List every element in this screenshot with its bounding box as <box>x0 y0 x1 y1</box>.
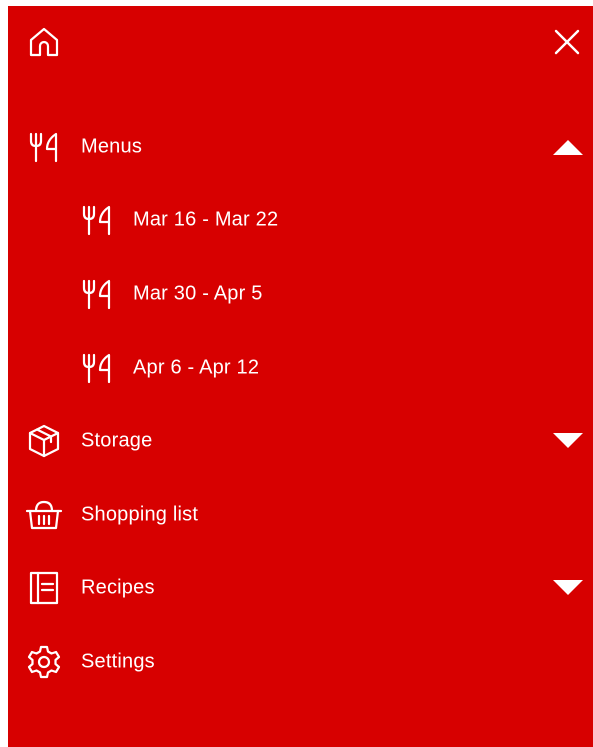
gear-icon <box>24 642 64 682</box>
nav-item-label: Menus <box>81 135 143 158</box>
basket-icon <box>24 495 64 535</box>
nav-item-label: Storage <box>81 429 153 452</box>
nav-item-shopping-list[interactable]: Shopping list <box>8 487 593 543</box>
navigation-drawer: Menus Mar 16 - Mar 22 Mar 30 - Apr 5 Apr… <box>8 6 593 747</box>
home-icon <box>27 25 61 59</box>
nav-subitem-menu-week[interactable]: Mar 16 - Mar 22 <box>8 192 593 248</box>
cutlery-icon <box>77 348 117 388</box>
nav-item-label: Shopping list <box>81 503 199 526</box>
box-icon <box>24 421 64 461</box>
nav-item-menus[interactable]: Menus <box>8 119 593 175</box>
cutlery-icon <box>77 274 117 314</box>
cutlery-icon <box>77 200 117 240</box>
nav-item-settings[interactable]: Settings <box>8 634 593 690</box>
nav-subitem-menu-week[interactable]: Mar 30 - Apr 5 <box>8 266 593 322</box>
nav-item-label: Recipes <box>81 576 155 599</box>
close-icon <box>553 28 581 56</box>
chevron-up-icon[interactable] <box>553 138 583 156</box>
nav-item-storage[interactable]: Storage <box>8 413 593 469</box>
drawer-header <box>8 6 593 82</box>
nav-subitem-menu-week[interactable]: Apr 6 - Apr 12 <box>8 340 593 396</box>
close-button[interactable] <box>551 26 583 58</box>
nav-subitem-label: Apr 6 - Apr 12 <box>133 356 260 379</box>
nav-subitem-label: Mar 30 - Apr 5 <box>133 282 263 305</box>
nav-subitem-label: Mar 16 - Mar 22 <box>133 208 279 231</box>
nav-item-recipes[interactable]: Recipes <box>8 560 593 616</box>
chevron-down-icon[interactable] <box>553 579 583 597</box>
nav-item-label: Settings <box>81 650 155 673</box>
chevron-down-icon[interactable] <box>553 432 583 450</box>
book-icon <box>24 568 64 608</box>
home-button[interactable] <box>26 24 62 60</box>
cutlery-icon <box>24 127 64 167</box>
